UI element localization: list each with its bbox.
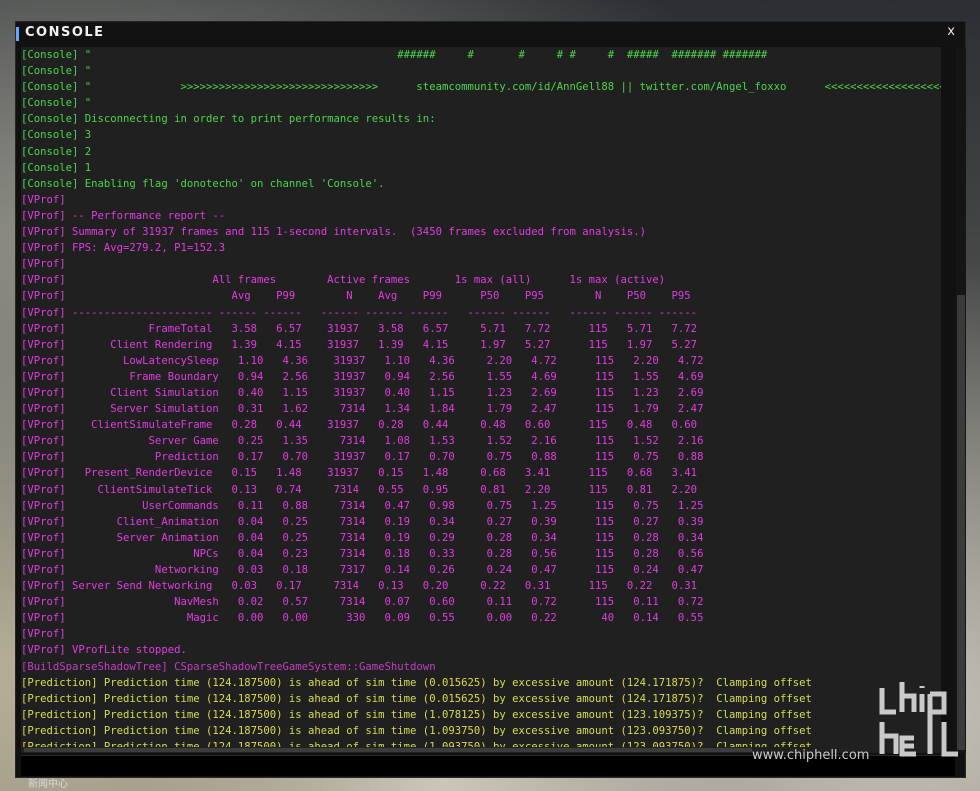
console-line: [VProf] ---------------------- ------ --…: [21, 306, 698, 319]
console-title: CONSOLE: [25, 25, 105, 40]
console-line: [Console] 2: [21, 145, 92, 158]
console-line: [VProf] Summary of 31937 frames and 115 …: [21, 226, 647, 239]
console-line: [VProf] UserCommands 0.11 0.88 7314 0.47…: [21, 499, 704, 512]
game-ui-label: 新闻中心: [28, 779, 68, 790]
console-line: [VProf] Client Rendering 1.39 4.15 31937…: [21, 338, 698, 351]
console-line: [VProf] Client Simulation 0.40 1.15 3193…: [21, 386, 704, 399]
console-line: [VProf] NavMesh 0.02 0.57 7314 0.07 0.60…: [21, 596, 704, 609]
console-line: [VProf] Magic 0.00 0.00 330 0.09 0.55 0.…: [21, 612, 704, 625]
console-line: [Console] ": [21, 65, 92, 78]
console-line: [VProf] FPS: Avg=279.2, P1=152.3: [21, 242, 226, 255]
console-output[interactable]: [Console] " ###### # # # # # ##### #####…: [21, 47, 941, 753]
console-window: CONSOLE x [Console] " ###### # # # # # #…: [15, 21, 966, 778]
console-line: [VProf] Server Simulation 0.31 1.62 7314…: [21, 403, 704, 416]
console-line: [VProf] All frames Active frames 1s max …: [21, 274, 666, 287]
console-line: [VProf] ClientSimulateTick 0.13 0.74 731…: [21, 483, 698, 496]
console-line: [VProf] FrameTotal 3.58 6.57 31937 3.58 …: [21, 322, 698, 335]
console-line: [VProf] VProfLite stopped.: [21, 644, 187, 657]
console-line: [VProf]: [21, 258, 66, 271]
console-line: [VProf] -- Performance report --: [21, 209, 226, 222]
console-line: [Prediction] Prediction time (124.187500…: [21, 692, 812, 705]
console-line: [Console] " >>>>>>>>>>>>>>>>>>>>>>>>>>>>…: [21, 81, 941, 94]
console-line: [Prediction] Prediction time (124.187500…: [21, 676, 812, 689]
console-titlebar[interactable]: CONSOLE x: [16, 22, 965, 45]
console-line: [Console] 3: [21, 129, 92, 142]
console-line: [VProf] Frame Boundary 0.94 2.56 31937 0…: [21, 370, 704, 383]
console-line: [Console] Enabling flag 'donotecho' on c…: [21, 177, 385, 190]
title-accent-bar: [16, 27, 19, 41]
console-line: [VProf]: [21, 628, 66, 641]
console-line: [VProf] Client_Animation 0.04 0.25 7314 …: [21, 515, 704, 528]
console-line: [VProf] Server Send Networking 0.03 0.17…: [21, 580, 698, 593]
console-line: [BuildSparseShadowTree] CSparseShadowTre…: [21, 660, 436, 673]
console-line: [VProf] Present_RenderDevice 0.15 1.48 3…: [21, 467, 698, 480]
close-icon[interactable]: x: [943, 24, 959, 39]
console-line: [VProf] Server Animation 0.04 0.25 7314 …: [21, 531, 704, 544]
console-line: [Prediction] Prediction time (124.187500…: [21, 741, 812, 748]
vertical-scrollbar[interactable]: [956, 47, 966, 753]
console-line: [Console] ": [21, 97, 92, 110]
console-line: [Console] Disconnecting in order to prin…: [21, 113, 436, 126]
console-line: [Console] " ###### # # # # # ##### #####…: [21, 49, 768, 61]
console-line: [VProf] Prediction 0.17 0.70 31937 0.17 …: [21, 451, 704, 464]
console-line: [VProf] NPCs 0.04 0.23 7314 0.18 0.33 0.…: [21, 547, 704, 560]
console-line: [VProf] LowLatencySleep 1.10 4.36 31937 …: [21, 354, 704, 367]
console-line: [VProf] Server Game 0.25 1.35 7314 1.08 …: [21, 435, 704, 448]
console-line: [Console] 1: [21, 161, 92, 174]
console-line: [VProf] ClientSimulateFrame 0.28 0.44 31…: [21, 419, 698, 432]
console-line: [VProf]: [21, 193, 66, 206]
console-line: [Prediction] Prediction time (124.187500…: [21, 708, 812, 721]
console-line: [VProf] Networking 0.03 0.18 7317 0.14 0…: [21, 564, 704, 576]
watermark-url: www.chiphell.com: [752, 748, 870, 763]
horizontal-scrollbar[interactable]: [24, 748, 752, 752]
chiphell-logo-watermark: [879, 682, 958, 757]
console-line: [VProf] Avg P99 N Avg P99 P50 P95 N P50 …: [21, 290, 691, 303]
console-line: [Prediction] Prediction time (124.187500…: [21, 724, 812, 737]
